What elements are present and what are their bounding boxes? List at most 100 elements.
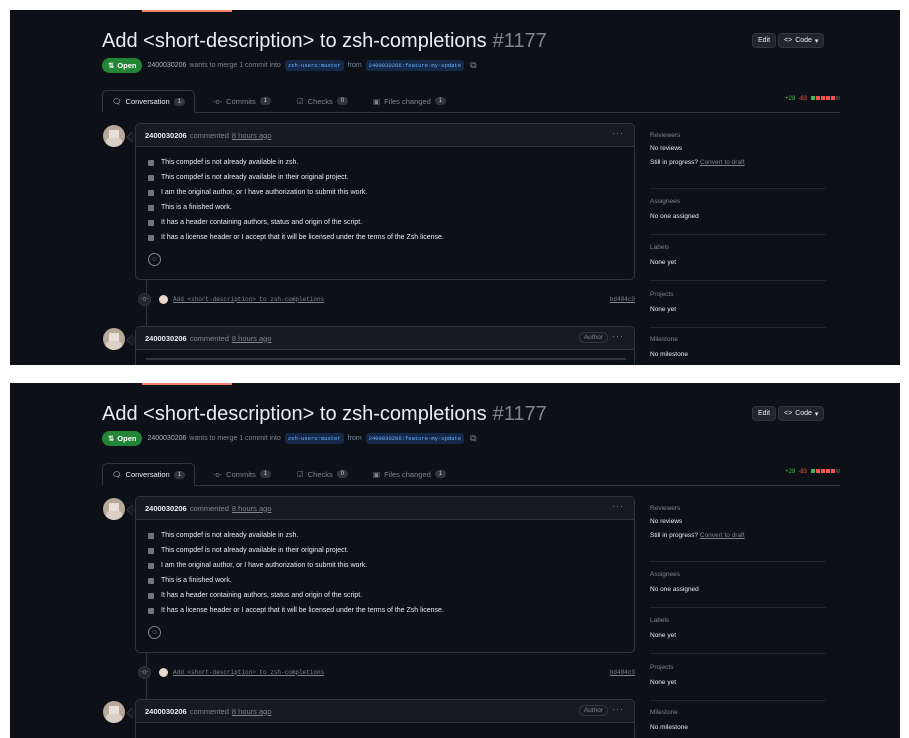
diffstat-bar — [810, 96, 840, 102]
checkbox[interactable] — [148, 607, 154, 614]
chevron-down-icon: ▾ — [814, 37, 819, 45]
checkbox[interactable] — [148, 562, 154, 569]
sidebar-labels: Labels None yet — [650, 617, 826, 654]
tab-files-changed[interactable]: ▣ Files changed 1 — [364, 463, 455, 485]
commit-message[interactable]: Add <short-description> to zsh-completio… — [173, 669, 324, 676]
comment-timestamp[interactable]: 8 hours ago — [232, 504, 272, 513]
tab-checks[interactable]: ☑ Checks 0 — [288, 90, 357, 112]
head-branch[interactable]: 2400030206:feature-my-update — [365, 433, 465, 444]
checkbox[interactable] — [148, 204, 154, 211]
tab-files-changed[interactable]: ▣ Files changed 1 — [364, 90, 455, 112]
checkbox[interactable] — [148, 219, 154, 226]
sidebar-heading[interactable]: Reviewers — [650, 505, 826, 512]
status-badge: ⇅ Open — [102, 58, 143, 73]
checkbox[interactable] — [148, 592, 154, 599]
checkbox[interactable] — [148, 174, 154, 181]
checkbox[interactable] — [148, 189, 154, 196]
copy-icon[interactable]: ⧉ — [470, 60, 476, 71]
checkbox[interactable] — [148, 234, 154, 241]
sidebar-heading[interactable]: Milestone — [650, 336, 826, 343]
kebab-menu-icon[interactable]: ··· — [612, 331, 624, 341]
accent-line — [142, 10, 232, 12]
kebab-menu-icon[interactable]: ··· — [612, 704, 624, 714]
checklist-item: This compdef is not already available in… — [148, 155, 622, 170]
base-branch[interactable]: zsh-users:master — [284, 60, 344, 71]
code-button[interactable]: <> Code ▾ — [778, 33, 825, 48]
checkbox[interactable] — [148, 577, 154, 584]
avatar[interactable] — [159, 294, 168, 304]
edit-button[interactable]: Edit — [752, 406, 777, 421]
pr-author[interactable]: 2400030206 — [147, 435, 186, 442]
comment-author[interactable]: 2400030206 — [145, 334, 187, 343]
sidebar-heading[interactable]: Milestone — [650, 709, 826, 716]
checkbox[interactable] — [148, 159, 154, 166]
checkbox[interactable] — [148, 547, 154, 554]
tab-checks[interactable]: ☑ Checks 0 — [288, 463, 357, 485]
tab-conversation[interactable]: 🗨 Conversation 1 — [102, 90, 196, 113]
sidebar-heading[interactable]: Reviewers — [650, 132, 826, 139]
commit-sha[interactable]: bd404c0 — [610, 296, 635, 303]
sidebar-heading[interactable]: Labels — [650, 244, 826, 251]
sidebar-heading[interactable]: Assignees — [650, 571, 826, 578]
checklist-item: It has a license header or I accept that… — [148, 230, 622, 245]
sidebar-projects: Projects None yet — [650, 664, 826, 701]
convert-to-draft-link[interactable]: Convert to draft — [700, 532, 745, 539]
sidebar-heading[interactable]: Projects — [650, 291, 826, 298]
comment-header: 2400030206 commented 8 hours ago Author … — [136, 327, 634, 350]
kebab-menu-icon[interactable]: ··· — [612, 501, 624, 511]
tab-commits[interactable]: -o- Commits 1 — [204, 463, 280, 485]
pull-request-icon: ⇅ — [108, 434, 115, 443]
from-text: from — [347, 435, 362, 442]
base-branch[interactable]: zsh-users:master — [284, 433, 344, 444]
pr-author[interactable]: 2400030206 — [147, 62, 186, 69]
comment-timestamp[interactable]: 8 hours ago — [232, 131, 272, 140]
comment-author[interactable]: 2400030206 — [145, 504, 187, 513]
pr-number: #1177 — [492, 30, 547, 52]
sidebar-heading[interactable]: Projects — [650, 664, 826, 671]
kebab-menu-icon[interactable]: ··· — [612, 128, 624, 138]
comment-icon: 🗨 — [112, 470, 122, 479]
comment-box: 2400030206 commented 8 hours ago ··· Thi… — [135, 496, 635, 653]
code-icon: <> — [784, 410, 793, 417]
checklist-item: This is a finished work. — [148, 573, 622, 588]
avatar[interactable] — [159, 667, 168, 677]
comment-header: 2400030206 commented 8 hours ago Author … — [136, 700, 634, 723]
avatar[interactable] — [103, 125, 125, 147]
checklist-item: It has a license header or I accept that… — [148, 603, 622, 618]
diffstat: +28 -83 — [785, 469, 840, 475]
sidebar-heading[interactable]: Labels — [650, 617, 826, 624]
checklist-icon: ☑ — [297, 96, 304, 106]
avatar[interactable] — [103, 701, 125, 723]
commit-icon: -o- — [138, 665, 151, 679]
comment-author[interactable]: 2400030206 — [145, 707, 187, 716]
merge-text: wants to merge 1 commit into — [189, 435, 281, 442]
code-button[interactable]: <> Code ▾ — [778, 406, 825, 421]
commit-icon: -o- — [213, 469, 223, 479]
sidebar-milestone: Milestone No milestone — [650, 709, 826, 738]
convert-to-draft-link[interactable]: Convert to draft — [700, 159, 745, 166]
tab-commits[interactable]: -o- Commits 1 — [204, 90, 280, 112]
comment-body: This compdef is not already available in… — [136, 520, 634, 645]
sidebar-heading[interactable]: Assignees — [650, 198, 826, 205]
commit-sha[interactable]: bd404c0 — [610, 669, 635, 676]
comment-author[interactable]: 2400030206 — [145, 131, 187, 140]
checkbox[interactable] — [148, 532, 154, 539]
smiley-icon[interactable]: ☺ — [148, 626, 161, 639]
pr-tabs: 🗨 Conversation 1 -o- Commits 1 ☑ Checks 0 ▣ Fil… — [102, 463, 840, 486]
edit-button[interactable]: Edit — [752, 33, 777, 48]
comment-timestamp[interactable]: 8 hours ago — [232, 334, 272, 343]
smiley-icon[interactable]: ☺ — [148, 253, 161, 266]
checklist-item: This compdef is not already available in… — [148, 543, 622, 558]
avatar[interactable] — [103, 328, 125, 350]
comment-box: 2400030206 commented 8 hours ago Author … — [135, 699, 635, 738]
sidebar-projects: Projects None yet — [650, 291, 826, 328]
pr-meta: ⇅ Open 2400030206 wants to merge 1 commit… — [102, 58, 477, 73]
sidebar-assignees: Assignees No one assigned — [650, 198, 826, 235]
page-title: Add <short-description> to zsh-completio… — [102, 403, 547, 426]
copy-icon[interactable]: ⧉ — [470, 433, 476, 444]
commit-message[interactable]: Add <short-description> to zsh-completio… — [173, 296, 324, 303]
comment-timestamp[interactable]: 8 hours ago — [232, 707, 272, 716]
head-branch[interactable]: 2400030206:feature-my-update — [365, 60, 465, 71]
avatar[interactable] — [103, 498, 125, 520]
tab-conversation[interactable]: 🗨 Conversation 1 — [102, 463, 196, 486]
